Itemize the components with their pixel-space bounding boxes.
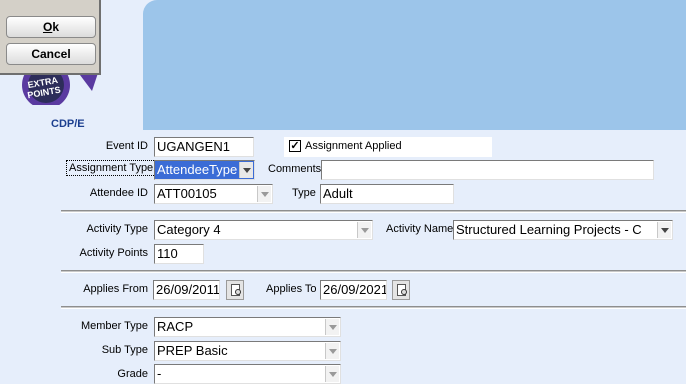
sub-type-value: PREP Basic (157, 343, 228, 358)
chevron-down-icon[interactable] (325, 319, 339, 335)
applies-to-label: Applies To (266, 283, 317, 295)
section-divider (61, 306, 686, 309)
cancel-button[interactable]: Cancel (6, 43, 96, 65)
calendar-lookup-icon[interactable] (392, 280, 410, 300)
activity-points-label: Activity Points (79, 247, 148, 259)
assignment-applied-checkbox[interactable]: ✓ (289, 140, 301, 152)
section-divider (61, 210, 686, 213)
chevron-down-icon[interactable] (325, 343, 339, 359)
activity-type-select[interactable]: Category 4 (154, 220, 373, 240)
chevron-down-icon[interactable] (257, 186, 271, 202)
activity-name-select[interactable]: Structured Learning Projects - C (453, 220, 673, 240)
activity-points-field[interactable]: 110 (154, 244, 204, 264)
activity-name-value: Structured Learning Projects - C (456, 222, 642, 237)
chevron-down-icon[interactable] (657, 222, 671, 238)
event-id-field[interactable]: UGANGEN1 (154, 137, 254, 157)
activity-name-label: Activity Name (386, 223, 454, 235)
sub-type-label: Sub Type (101, 344, 148, 356)
attendee-id-value: ATT00105 (157, 186, 217, 201)
comments-label: Comments (268, 163, 322, 175)
dialog-button-panel: Ok Cancel (0, 0, 101, 75)
grade-select[interactable]: - (154, 364, 341, 384)
sub-type-select[interactable]: PREP Basic (154, 341, 341, 361)
activity-type-label: Activity Type (86, 223, 148, 235)
applies-from-field[interactable]: 26/09/2011 (153, 280, 220, 300)
checkmark-icon: ✓ (290, 140, 300, 152)
member-type-label: Member Type (80, 320, 148, 332)
section-divider (61, 270, 686, 273)
ok-button[interactable]: Ok (6, 16, 96, 38)
header-banner (143, 0, 686, 130)
comments-field[interactable] (321, 160, 654, 180)
type-label: Type (292, 187, 316, 199)
assignment-type-select[interactable]: AttendeeType (154, 160, 255, 180)
event-id-label: Event ID (105, 140, 148, 152)
logo-caption: CDP/E (51, 118, 85, 130)
member-type-value: RACP (157, 319, 194, 334)
ok-mnemonic: O (42, 20, 53, 34)
chevron-down-icon[interactable] (239, 162, 253, 178)
type-field[interactable]: Adult (320, 184, 454, 204)
attendee-id-select[interactable]: ATT00105 (154, 184, 273, 204)
applies-to-field[interactable]: 26/09/2021 (320, 280, 387, 300)
assignment-applied-area: ✓ Assignment Applied (284, 137, 492, 157)
grade-value: - (157, 366, 162, 381)
applies-from-label: Applies From (83, 283, 148, 295)
activity-type-value: Category 4 (157, 222, 221, 237)
attendee-id-label: Attendee ID (89, 187, 148, 199)
chevron-down-icon[interactable] (325, 366, 339, 382)
assignment-applied-label: Assignment Applied (305, 140, 402, 152)
chevron-down-icon[interactable] (357, 222, 371, 238)
calendar-lookup-icon[interactable] (226, 280, 244, 300)
grade-label: Grade (117, 368, 148, 380)
assignment-type-label: Assignment Type (66, 160, 157, 176)
member-type-select[interactable]: RACP (154, 317, 341, 337)
ok-label-rest: k (52, 20, 60, 34)
